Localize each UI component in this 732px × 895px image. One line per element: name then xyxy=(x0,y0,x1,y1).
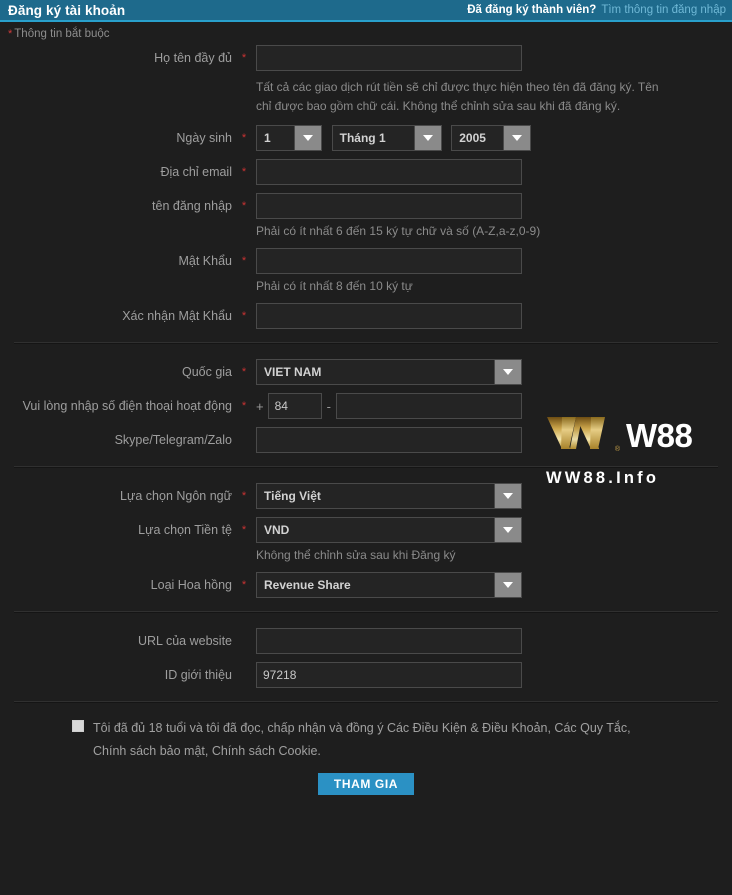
website-url-input[interactable] xyxy=(256,628,522,654)
email-required-star: * xyxy=(241,165,247,178)
username-hint: Phải có ít nhất 6 đến 15 ký tự chữ và số… xyxy=(256,224,541,238)
fullname-required-star: * xyxy=(241,51,247,64)
phone-dash-separator: - xyxy=(326,398,331,414)
website-url-label: URL của website xyxy=(137,634,232,648)
country-required-star: * xyxy=(241,365,247,378)
username-label: tên đăng nhập xyxy=(152,199,232,213)
terms-text: Tôi đã đủ 18 tuổi và tôi đã đọc, chấp nh… xyxy=(93,721,631,758)
commission-value: Revenue Share xyxy=(264,578,351,592)
commission-required-star: * xyxy=(241,578,247,591)
phone-country-code-input[interactable] xyxy=(267,393,322,419)
row-website-url: URL của website * xyxy=(0,627,732,655)
find-login-info-link[interactable]: Tìm thông tin đăng nhập xyxy=(601,4,726,16)
row-password: Mật Khẩu * xyxy=(0,247,732,275)
logo-wordmark: W88 xyxy=(626,416,693,454)
dob-year-value: 2005 xyxy=(459,131,486,145)
chevron-down-icon xyxy=(494,360,521,384)
dob-month-select[interactable]: Tháng 1 xyxy=(331,125,442,151)
logo-subtitle: WW88.Info xyxy=(546,469,660,487)
confirm-password-label: Xác nhận Mật Khẩu xyxy=(122,309,232,323)
chevron-down-icon xyxy=(294,126,321,150)
row-referral-id: ID giới thiệu * xyxy=(0,661,732,689)
required-asterisk: * xyxy=(8,28,13,40)
required-note-text: Thông tin bắt buộc xyxy=(14,28,110,40)
password-label: Mật Khẩu xyxy=(178,254,232,268)
referral-id-input[interactable] xyxy=(256,662,522,688)
currency-select[interactable]: VND xyxy=(256,517,522,543)
currency-label: Lựa chọn Tiền tệ xyxy=(138,523,232,537)
language-select[interactable]: Tiếng Việt xyxy=(256,483,522,509)
row-country: Quốc gia * VIET NAM xyxy=(0,358,732,386)
confirm-password-input[interactable] xyxy=(256,303,522,329)
dob-month-value: Tháng 1 xyxy=(339,131,386,145)
referral-id-label: ID giới thiệu xyxy=(164,668,232,682)
language-required-star: * xyxy=(241,489,247,502)
section-divider-extra xyxy=(14,611,718,613)
currency-hint: Không thể chỉnh sửa sau khi Đăng ký xyxy=(256,548,456,562)
section-divider-contact xyxy=(14,342,718,344)
submit-row: THAM GIA xyxy=(0,773,732,795)
email-label: Địa chỉ email xyxy=(160,165,232,179)
phone-plus-sign: + xyxy=(256,398,264,414)
currency-required-star: * xyxy=(241,523,247,536)
header-login-area: Đã đăng ký thành viên? Tìm thông tin đăn… xyxy=(467,4,726,16)
phone-label: Vui lòng nhập số điện thoại hoạt động xyxy=(22,399,232,413)
dob-year-select[interactable]: 2005 xyxy=(451,125,532,151)
dob-required-star: * xyxy=(241,131,247,144)
terms-checkbox[interactable] xyxy=(72,720,84,732)
confirm-password-required-star: * xyxy=(241,309,247,322)
username-required-star: * xyxy=(241,199,247,212)
commission-label: Loại Hoa hồng xyxy=(150,578,232,592)
password-input[interactable] xyxy=(256,248,522,274)
row-commission: Loại Hoa hồng * Revenue Share xyxy=(0,571,732,599)
country-value: VIET NAM xyxy=(264,365,322,379)
username-input[interactable] xyxy=(256,193,522,219)
chevron-down-icon xyxy=(494,518,521,542)
required-info-note: * Thông tin bắt buộc xyxy=(0,22,732,44)
brand-logo: ® W88 WW88.Info xyxy=(546,415,726,488)
row-currency: Lựa chọn Tiền tệ * VND xyxy=(0,516,732,544)
page-title: Đăng ký tài khoản xyxy=(8,2,126,18)
section-divider-terms xyxy=(14,701,718,703)
row-username: tên đăng nhập * xyxy=(0,192,732,220)
country-label: Quốc gia xyxy=(181,365,232,379)
phone-number-input[interactable] xyxy=(335,393,522,419)
password-hint: Phải có ít nhất 8 đến 10 ký tự xyxy=(256,279,413,293)
language-label: Lựa chọn Ngôn ngữ xyxy=(120,489,232,503)
language-value: Tiếng Việt xyxy=(264,489,321,503)
messenger-input[interactable] xyxy=(256,427,522,453)
currency-value: VND xyxy=(264,523,290,537)
dob-label: Ngày sinh xyxy=(176,131,232,145)
country-select[interactable]: VIET NAM xyxy=(256,359,522,385)
row-dob: Ngày sinh * 1 Tháng 1 2005 xyxy=(0,124,732,152)
messenger-label: Skype/Telegram/Zalo xyxy=(114,433,232,447)
phone-required-star: * xyxy=(241,399,247,412)
fullname-input[interactable] xyxy=(256,45,522,71)
row-email: Địa chỉ email * xyxy=(0,158,732,186)
page-header: Đăng ký tài khoản Đã đăng ký thành viên?… xyxy=(0,0,732,22)
password-required-star: * xyxy=(241,254,247,267)
dob-day-value: 1 xyxy=(264,131,271,145)
fullname-label: Họ tên đầy đủ xyxy=(154,51,232,65)
chevron-down-icon xyxy=(503,126,531,150)
email-input[interactable] xyxy=(256,159,522,185)
fullname-hint: Tất cả các giao dịch rút tiền sẽ chỉ đượ… xyxy=(256,80,659,113)
chevron-down-icon xyxy=(494,484,521,508)
row-fullname: Họ tên đầy đủ * xyxy=(0,44,732,72)
logo-lockup: ® W88 xyxy=(546,415,726,455)
chevron-down-icon xyxy=(413,126,441,150)
registered-trademark-icon: ® xyxy=(614,446,620,453)
commission-select[interactable]: Revenue Share xyxy=(256,572,522,598)
join-submit-button[interactable]: THAM GIA xyxy=(318,773,414,795)
dob-day-select[interactable]: 1 xyxy=(256,125,322,151)
member-question: Đã đăng ký thành viên? xyxy=(467,4,597,16)
row-confirm-password: Xác nhận Mật Khẩu * xyxy=(0,302,732,330)
w88-w-mark-icon: ® xyxy=(546,415,620,455)
chevron-down-icon xyxy=(494,573,521,597)
terms-agreement-row: Tôi đã đủ 18 tuổi và tôi đã đọc, chấp nh… xyxy=(0,717,732,763)
